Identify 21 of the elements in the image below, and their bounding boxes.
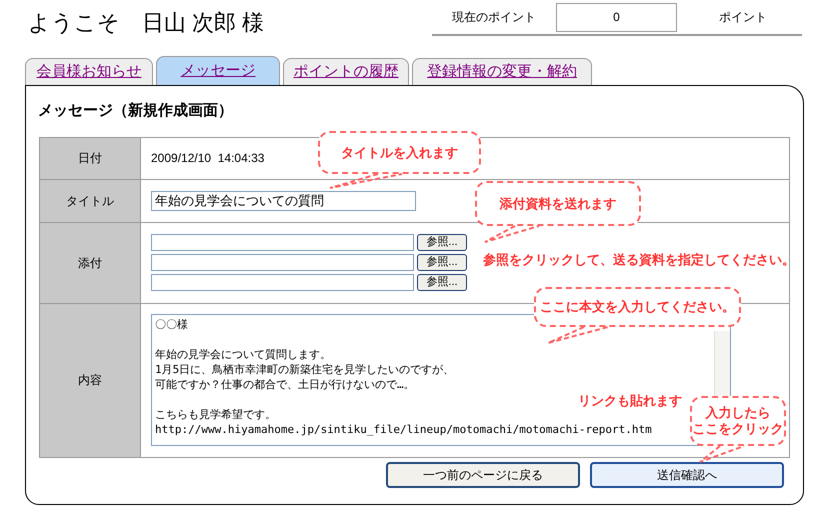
- body-text-line: こちらも見学希望です。: [155, 407, 276, 422]
- field-label: 日付: [40, 138, 141, 178]
- points-unit: ポイント: [719, 9, 767, 26]
- date-value: 2009/12/10 14:04:33: [151, 150, 264, 167]
- points-label: 現在のポイント: [452, 9, 537, 26]
- annotation-note: 参照をクリックして、送る資料を指定してください。: [483, 251, 795, 269]
- body-text-line: 〇〇様: [155, 317, 188, 332]
- field-label: 添付: [40, 222, 141, 302]
- body-text-line: 年始の見学会について質問します。: [155, 347, 331, 362]
- annotation-note: リンクも貼れます: [578, 392, 682, 410]
- page-heading: メッセージ（新規作成画面）: [38, 101, 234, 121]
- body-text-line: http://www.hiyamahome.jp/sintiku_file/lineup/motomachi/motomachi-report.htm: [155, 422, 652, 437]
- hint-tooltip: ここに本文を入力してください。: [534, 287, 741, 327]
- field-label: タイトル: [40, 180, 141, 222]
- field-label: 内容: [40, 304, 141, 456]
- welcome-heading: ようこそ 日山 次郎 様: [28, 9, 266, 37]
- body-text-line: 可能ですか？仕事の都合で、土日が行けないので…。: [155, 377, 415, 392]
- hint-tooltip: タイトルを入れます: [318, 131, 481, 174]
- hint-tooltip: 添付資料を送れます: [475, 181, 641, 226]
- body-text-line: 1月5日に、鳥栖市幸津町の新築住宅を見学したいのですが、: [155, 362, 454, 377]
- points-field: 0: [556, 2, 677, 32]
